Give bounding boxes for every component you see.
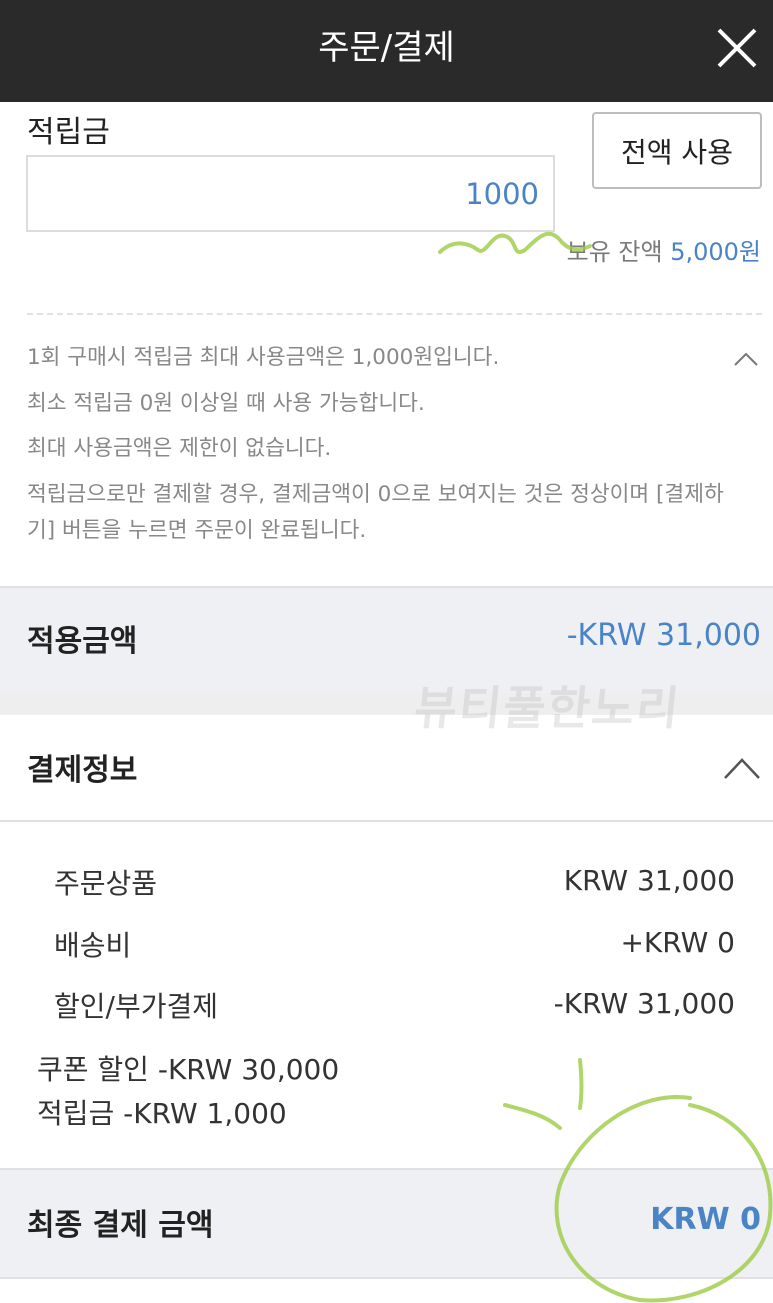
order-items-value: KRW 31,000 <box>563 864 735 897</box>
notice-line: 1회 구매시 적립금 최대 사용금액은 1,000원입니다. <box>27 345 500 370</box>
close-button[interactable] <box>715 26 759 70</box>
applied-amount-label: 적용금액 <box>27 624 138 659</box>
points-discount-detail: 적립금 -KRW 1,000 <box>37 1097 287 1130</box>
divider <box>0 820 773 822</box>
balance-label: 보유 잔액 <box>566 238 663 266</box>
watermark: 뷰티풀한노리 <box>411 681 684 735</box>
top-bar: 주문/결제 <box>0 0 773 102</box>
chevron-up-icon <box>724 758 760 779</box>
order-items-label: 주문상품 <box>54 867 158 900</box>
points-input[interactable] <box>26 155 555 232</box>
coupon-discount-detail: 쿠폰 할인 -KRW 30,000 <box>37 1053 340 1086</box>
final-amount-value: KRW 0 <box>650 1202 761 1237</box>
balance-amount: 5,000원 <box>670 238 761 266</box>
divider <box>0 1277 773 1279</box>
discount-value: -KRW 31,000 <box>553 987 735 1020</box>
dashed-divider <box>27 313 762 315</box>
shipping-value: +KRW 0 <box>620 926 735 959</box>
shipping-label: 배송비 <box>54 929 132 962</box>
payment-info-collapse-toggle[interactable] <box>722 754 762 782</box>
chevron-up-icon <box>734 352 758 366</box>
notice-line: 최소 적립금 0원 이상일 때 사용 가능합니다. <box>27 391 425 416</box>
notice-line: 적립금으로만 결제할 경우, 결제금액이 0으로 보여지는 것은 정상이며 [결… <box>27 482 724 507</box>
use-all-button[interactable]: 전액 사용 <box>592 112 762 189</box>
points-label: 적립금 <box>27 115 110 150</box>
discount-label: 할인/부가결제 <box>54 990 218 1023</box>
page-title: 주문/결제 <box>318 28 455 68</box>
points-balance: 보유 잔액 5,000원 <box>567 234 761 270</box>
final-amount-label: 최종 결제 금액 <box>27 1208 214 1243</box>
close-icon <box>717 28 757 68</box>
notice-collapse-toggle[interactable] <box>731 347 761 371</box>
applied-amount-value: -KRW 31,000 <box>566 618 761 653</box>
notice-line: 최대 사용금액은 제한이 없습니다. <box>27 436 332 461</box>
payment-info-title: 결제정보 <box>27 753 138 788</box>
notice-line: 기] 버튼을 누르면 주문이 완료됩니다. <box>27 518 367 543</box>
